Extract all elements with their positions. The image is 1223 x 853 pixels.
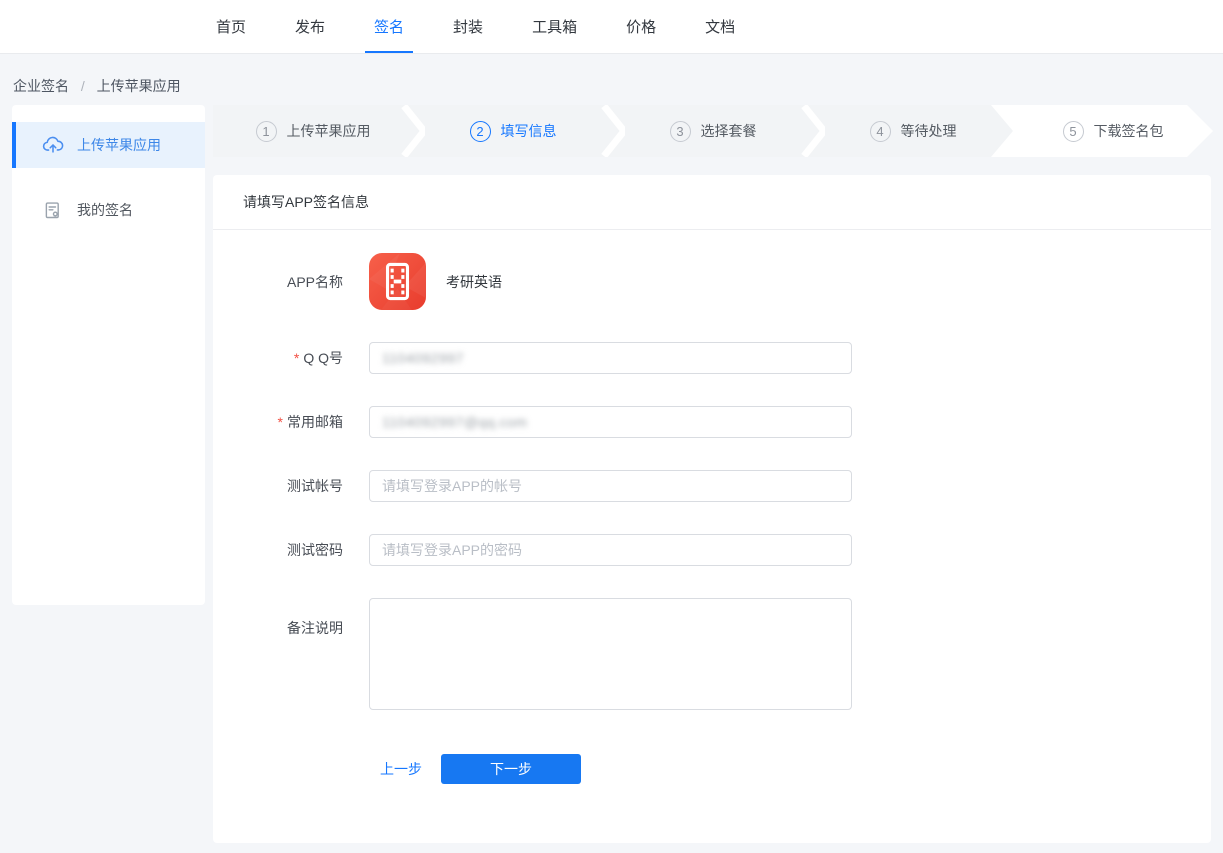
test-account-label: 测试帐号 bbox=[213, 476, 343, 496]
step-label: 下载签名包 bbox=[1094, 121, 1164, 141]
step-label: 等待处理 bbox=[901, 121, 957, 141]
app-name-value: 考研英语 bbox=[369, 253, 502, 310]
nav-item-docs[interactable]: 文档 bbox=[696, 0, 744, 53]
app-name-row: APP名称 bbox=[213, 253, 1211, 310]
nav-item-pricing[interactable]: 价格 bbox=[617, 0, 665, 53]
sidebar-item-label: 上传苹果应用 bbox=[77, 135, 161, 155]
step-number-badge: 2 bbox=[470, 121, 491, 142]
top-header: 首页 发布 签名 封装 工具箱 价格 文档 bbox=[0, 0, 1223, 54]
notes-label: 备注说明 bbox=[213, 598, 343, 638]
panel-title: 请填写APP签名信息 bbox=[213, 175, 1211, 230]
sidebar-item-label: 我的签名 bbox=[77, 200, 133, 220]
sidebar-item-my-signatures[interactable]: 我的签名 bbox=[12, 187, 205, 233]
email-row: *常用邮箱 1104092997@qq.com bbox=[213, 406, 1211, 438]
step-number-badge: 4 bbox=[870, 121, 891, 142]
qq-label: *Q Q号 bbox=[213, 348, 343, 368]
step-label: 填写信息 bbox=[501, 121, 557, 141]
steps-progress-bar: 1 上传苹果应用 2 填写信息 3 选择套餐 4 等待处理 5 下载签名包 bbox=[213, 105, 1213, 157]
nav-item-signing[interactable]: 签名 bbox=[365, 0, 413, 53]
notes-textarea[interactable] bbox=[369, 598, 852, 710]
step-5-download-package: 5 下载签名包 bbox=[1013, 105, 1213, 157]
nav-item-packaging[interactable]: 封装 bbox=[444, 0, 492, 53]
sidebar: 上传苹果应用 我的签名 bbox=[12, 105, 205, 605]
nav-item-home[interactable]: 首页 bbox=[207, 0, 255, 53]
email-label: *常用邮箱 bbox=[213, 412, 343, 432]
test-password-input[interactable] bbox=[369, 534, 852, 566]
nav-item-toolbox[interactable]: 工具箱 bbox=[523, 0, 586, 53]
step-number-badge: 3 bbox=[670, 121, 691, 142]
email-input[interactable]: 1104092997@qq.com bbox=[369, 406, 852, 438]
step-number-badge: 1 bbox=[256, 121, 277, 142]
breadcrumb-parent[interactable]: 企业签名 bbox=[13, 78, 69, 94]
test-account-row: 测试帐号 bbox=[213, 470, 1211, 502]
signature-doc-icon bbox=[42, 199, 64, 221]
test-password-label: 测试密码 bbox=[213, 540, 343, 560]
qq-redacted-value: 1104092997 bbox=[382, 350, 464, 366]
sidebar-item-upload-ios-app[interactable]: 上传苹果应用 bbox=[12, 122, 205, 168]
breadcrumb-separator: / bbox=[81, 78, 85, 94]
required-asterisk: * bbox=[278, 414, 283, 430]
next-step-button[interactable]: 下一步 bbox=[441, 754, 581, 784]
step-4-wait-processing: 4 等待处理 bbox=[813, 105, 1013, 157]
main-nav: 首页 发布 签名 封装 工具箱 价格 文档 bbox=[207, 0, 775, 53]
app-name-text: 考研英语 bbox=[446, 272, 502, 292]
breadcrumb-current: 上传苹果应用 bbox=[97, 78, 181, 94]
step-label: 上传苹果应用 bbox=[287, 121, 371, 141]
sign-info-form: APP名称 bbox=[213, 230, 1211, 784]
prev-step-link[interactable]: 上一步 bbox=[380, 759, 422, 779]
nav-item-publish[interactable]: 发布 bbox=[286, 0, 334, 53]
step-3-choose-plan: 3 选择套餐 bbox=[613, 105, 813, 157]
form-actions: 上一步 下一步 bbox=[213, 754, 1211, 784]
step-number-badge: 5 bbox=[1063, 121, 1084, 142]
step-2-fill-info: 2 填写信息 bbox=[413, 105, 613, 157]
test-password-row: 测试密码 bbox=[213, 534, 1211, 566]
qq-row: *Q Q号 1104092997 bbox=[213, 342, 1211, 374]
film-app-icon bbox=[369, 253, 426, 310]
step-label: 选择套餐 bbox=[701, 121, 757, 141]
sign-info-panel: 请填写APP签名信息 APP名称 bbox=[213, 175, 1211, 843]
app-name-label: APP名称 bbox=[213, 272, 343, 292]
test-account-input[interactable] bbox=[369, 470, 852, 502]
cloud-upload-icon bbox=[42, 134, 64, 156]
email-redacted-value: 1104092997@qq.com bbox=[382, 414, 527, 430]
qq-input[interactable]: 1104092997 bbox=[369, 342, 852, 374]
step-1-upload-app: 1 上传苹果应用 bbox=[213, 105, 413, 157]
notes-row: 备注说明 bbox=[213, 598, 1211, 710]
breadcrumb: 企业签名 / 上传苹果应用 bbox=[13, 76, 181, 96]
required-asterisk: * bbox=[294, 350, 299, 366]
